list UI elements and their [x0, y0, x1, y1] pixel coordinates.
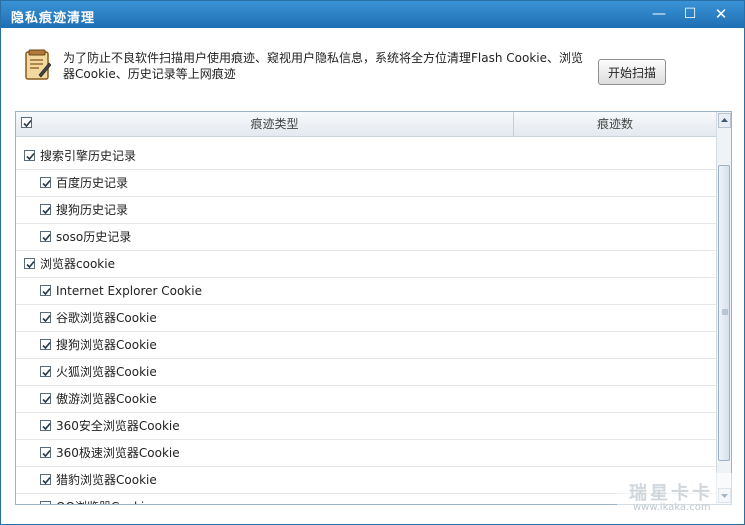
maximize-button[interactable]: ☐ [678, 5, 702, 24]
vertical-scrollbar[interactable] [716, 112, 731, 504]
row-label: 百度历史记录 [56, 176, 129, 190]
table-row[interactable]: QQ浏览器Cookie [16, 494, 716, 504]
row-label: 360安全浏览器Cookie [56, 419, 180, 433]
table-row[interactable]: 火狐浏览器Cookie [16, 359, 716, 386]
row-label: 搜狗历史记录 [56, 203, 129, 217]
row-checkbox[interactable] [40, 447, 51, 458]
column-header-type[interactable]: 痕迹类型 [36, 112, 514, 136]
row-checkbox[interactable] [40, 204, 51, 215]
table-row[interactable]: 360极速浏览器Cookie [16, 440, 716, 467]
notice-panel: 为了防止不良软件扫描用户使用痕迹、窥视用户隐私信息，系统将全方位清理Flash … [1, 28, 744, 108]
notice-text: 为了防止不良软件扫描用户使用痕迹、窥视用户隐私信息，系统将全方位清理Flash … [63, 51, 583, 81]
row-label: QQ浏览器Cookie [56, 494, 152, 504]
row-checkbox[interactable] [40, 231, 51, 242]
row-checkbox[interactable] [40, 339, 51, 350]
table-row[interactable]: 猎豹浏览器Cookie [16, 467, 716, 494]
row-label: 搜狗浏览器Cookie [56, 338, 157, 352]
select-all-checkbox[interactable] [21, 117, 32, 128]
scrollbar-thumb[interactable] [718, 165, 730, 461]
row-checkbox[interactable] [40, 420, 51, 431]
minimize-button[interactable]: — [647, 5, 671, 24]
table-header: 痕迹类型 痕迹数 [16, 112, 716, 137]
row-checkbox[interactable] [40, 501, 51, 504]
title-bar[interactable]: 隐私痕迹清理 — ☐ ✕ [1, 1, 744, 28]
row-checkbox[interactable] [40, 366, 51, 377]
table-row[interactable]: soso历史记录 [16, 224, 716, 251]
table-row[interactable]: 谷歌浏览器Cookie [16, 305, 716, 332]
row-checkbox[interactable] [40, 474, 51, 485]
table-body: 搜索引擎历史记录百度历史记录 搜狗历史记录 soso历史记录浏览器cookie Int… [16, 143, 716, 504]
group-row[interactable]: 浏览器cookie [16, 251, 716, 278]
table-row[interactable]: 搜狗浏览器Cookie [16, 332, 716, 359]
row-label: 猎豹浏览器Cookie [56, 473, 157, 487]
row-checkbox[interactable] [40, 285, 51, 296]
row-checkbox[interactable] [40, 312, 51, 323]
privacy-cleaner-window: 隐私痕迹清理 — ☐ ✕ 为了防止不良软件扫描用户使用痕迹、窥视用户隐私信息，系… [0, 0, 745, 525]
row-label: 浏览器cookie [40, 257, 115, 271]
start-scan-button[interactable]: 开始扫描 [598, 59, 666, 85]
watermark-url: www.ikaka.com [633, 502, 711, 513]
row-label: 360极速浏览器Cookie [56, 446, 180, 460]
row-label: Internet Explorer Cookie [56, 284, 202, 298]
table-row[interactable]: 360安全浏览器Cookie [16, 413, 716, 440]
table-row[interactable]: 百度历史记录 [16, 170, 716, 197]
row-label: 火狐浏览器Cookie [56, 365, 157, 379]
row-checkbox[interactable] [40, 177, 51, 188]
row-label: soso历史记录 [56, 230, 132, 244]
row-checkbox[interactable] [24, 150, 35, 161]
column-header-count[interactable]: 痕迹数 [514, 112, 716, 136]
scroll-up-arrow-icon[interactable] [718, 113, 731, 128]
row-label: 傲游浏览器Cookie [56, 392, 157, 406]
group-row[interactable]: 搜索引擎历史记录 [16, 143, 716, 170]
close-button[interactable]: ✕ [709, 5, 733, 24]
watermark-logo: 瑞星卡卡 www.ikaka.com [617, 473, 742, 521]
window-title: 隐私痕迹清理 [11, 11, 96, 26]
table-row[interactable]: 傲游浏览器Cookie [16, 386, 716, 413]
row-checkbox[interactable] [24, 258, 35, 269]
notepad-icon [25, 49, 52, 81]
row-checkbox[interactable] [40, 393, 51, 404]
trace-table: 痕迹类型 痕迹数 搜索引擎历史记录百度历史记录 搜狗历史记录 soso历史记录浏览器… [15, 111, 732, 505]
table-row[interactable]: 搜狗历史记录 [16, 197, 716, 224]
row-label: 谷歌浏览器Cookie [56, 311, 157, 325]
row-label: 搜索引擎历史记录 [40, 149, 137, 163]
table-row[interactable]: Internet Explorer Cookie [16, 278, 716, 305]
